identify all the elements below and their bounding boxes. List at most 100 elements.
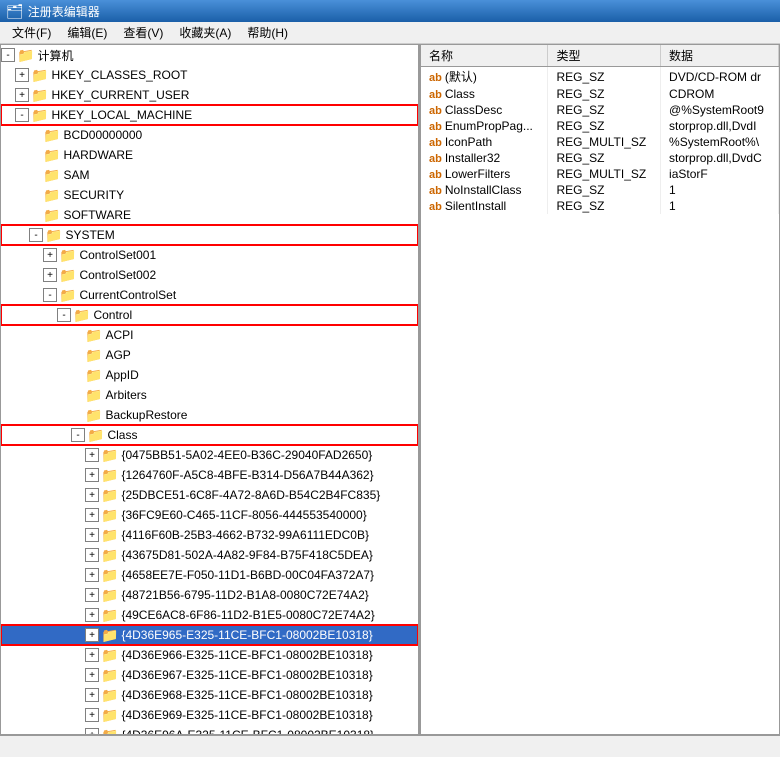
tree-item[interactable]: 📁BackupRestore bbox=[1, 405, 418, 425]
expand-button[interactable]: + bbox=[85, 568, 99, 582]
tree-label: CurrentControlSet bbox=[79, 288, 176, 302]
table-row[interactable]: abLowerFiltersREG_MULTI_SZiaStorF bbox=[421, 166, 779, 182]
tree-item[interactable]: -📁HKEY_LOCAL_MACHINE bbox=[1, 105, 418, 125]
reg-name: abEnumPropPag... bbox=[421, 118, 548, 134]
table-row[interactable]: abEnumPropPag...REG_SZstorprop.dll,DvdI bbox=[421, 118, 779, 134]
expand-button[interactable]: - bbox=[57, 308, 71, 322]
tree-item[interactable]: 📁HARDWARE bbox=[1, 145, 418, 165]
menu-item[interactable]: 编辑(E) bbox=[59, 22, 115, 43]
menu-item[interactable]: 文件(F) bbox=[4, 22, 59, 43]
expand-button[interactable]: - bbox=[43, 288, 57, 302]
tree-item[interactable]: +📁{4D36E969-E325-11CE-BFC1-08002BE10318} bbox=[1, 705, 418, 725]
tree-item[interactable]: -📁Control bbox=[1, 305, 418, 325]
expand-button[interactable]: - bbox=[1, 48, 15, 62]
tree-item[interactable]: +📁{36FC9E60-C465-11CF-8056-444553540000} bbox=[1, 505, 418, 525]
folder-icon: 📁 bbox=[101, 727, 118, 735]
table-row[interactable]: ab(默认)REG_SZDVD/CD-ROM dr bbox=[421, 67, 779, 87]
tree-item[interactable]: +📁HKEY_CLASSES_ROOT bbox=[1, 65, 418, 85]
tree-item[interactable]: 📁AGP bbox=[1, 345, 418, 365]
tree-item[interactable]: 📁BCD00000000 bbox=[1, 125, 418, 145]
tree-label: {25DBCE51-6C8F-4A72-8A6D-B54C2B4FC835} bbox=[121, 488, 380, 502]
reg-name: abClass bbox=[421, 86, 548, 102]
folder-icon: 📁 bbox=[73, 307, 90, 324]
tree-item[interactable]: +📁ControlSet002 bbox=[1, 265, 418, 285]
expand-button[interactable]: + bbox=[85, 588, 99, 602]
expand-button[interactable]: + bbox=[85, 708, 99, 722]
reg-name: ab(默认) bbox=[421, 67, 548, 87]
tree-item[interactable]: +📁{1264760F-A5C8-4BFE-B314-D56A7B44A362} bbox=[1, 465, 418, 485]
expand-button[interactable]: + bbox=[85, 508, 99, 522]
tree-item[interactable]: 📁Arbiters bbox=[1, 385, 418, 405]
table-header: 类型 bbox=[548, 45, 661, 67]
table-header: 名称 bbox=[421, 45, 548, 67]
expand-button[interactable]: + bbox=[85, 648, 99, 662]
expand-button[interactable]: + bbox=[15, 68, 29, 82]
tree-item[interactable]: 📁AppID bbox=[1, 365, 418, 385]
menu-item[interactable]: 帮助(H) bbox=[239, 22, 296, 43]
reg-name: abSilentInstall bbox=[421, 198, 548, 214]
table-row[interactable]: abInstaller32REG_SZstorprop.dll,DvdC bbox=[421, 150, 779, 166]
expand-button[interactable]: + bbox=[85, 668, 99, 682]
folder-icon: 📁 bbox=[85, 367, 102, 384]
table-row[interactable]: abNoInstallClassREG_SZ1 bbox=[421, 182, 779, 198]
reg-data: CDROM bbox=[661, 86, 779, 102]
reg-type-icon: ab bbox=[429, 105, 442, 117]
expand-button[interactable]: + bbox=[85, 728, 99, 734]
tree-item[interactable]: +📁{4D36E967-E325-11CE-BFC1-08002BE10318} bbox=[1, 665, 418, 685]
tree-item[interactable]: -📁计算机 bbox=[1, 45, 418, 65]
expand-button[interactable]: - bbox=[15, 108, 29, 122]
tree-item[interactable]: -📁SYSTEM bbox=[1, 225, 418, 245]
expand-button[interactable]: + bbox=[85, 628, 99, 642]
folder-icon: 📁 bbox=[101, 467, 118, 484]
tree-item[interactable]: 📁SAM bbox=[1, 165, 418, 185]
expand-button[interactable]: + bbox=[85, 608, 99, 622]
expand-button[interactable]: + bbox=[85, 468, 99, 482]
tree-item[interactable]: +📁{25DBCE51-6C8F-4A72-8A6D-B54C2B4FC835} bbox=[1, 485, 418, 505]
table-row[interactable]: abSilentInstallREG_SZ1 bbox=[421, 198, 779, 214]
folder-icon: 📁 bbox=[31, 87, 48, 104]
expand-button[interactable]: - bbox=[29, 228, 43, 242]
tree-item[interactable]: +📁{4D36E965-E325-11CE-BFC1-08002BE10318} bbox=[1, 625, 418, 645]
table-row[interactable]: abClassREG_SZCDROM bbox=[421, 86, 779, 102]
tree-item[interactable]: +📁{49CE6AC8-6F86-11D2-B1E5-0080C72E74A2} bbox=[1, 605, 418, 625]
reg-type: REG_SZ bbox=[548, 198, 661, 214]
tree-item[interactable]: 📁SOFTWARE bbox=[1, 205, 418, 225]
expand-button[interactable]: + bbox=[85, 488, 99, 502]
expand-button[interactable]: + bbox=[85, 528, 99, 542]
reg-data: 1 bbox=[661, 198, 779, 214]
menu-item[interactable]: 收藏夹(A) bbox=[171, 22, 239, 43]
tree-item[interactable]: -📁Class bbox=[1, 425, 418, 445]
table-row[interactable]: abClassDescREG_SZ@%SystemRoot9 bbox=[421, 102, 779, 118]
expand-button[interactable]: + bbox=[85, 688, 99, 702]
tree-item[interactable]: +📁{4116F60B-25B3-4662-B732-99A6111EDC0B} bbox=[1, 525, 418, 545]
tree-label: {36FC9E60-C465-11CF-8056-444553540000} bbox=[121, 508, 366, 522]
table-row[interactable]: abIconPathREG_MULTI_SZ%SystemRoot%\ bbox=[421, 134, 779, 150]
tree-item[interactable]: +📁HKEY_CURRENT_USER bbox=[1, 85, 418, 105]
tree-label: {0475BB51-5A02-4EE0-B36C-29040FAD2650} bbox=[121, 448, 372, 462]
expand-button[interactable]: + bbox=[85, 448, 99, 462]
tree-item[interactable]: -📁CurrentControlSet bbox=[1, 285, 418, 305]
expand-button[interactable]: + bbox=[15, 88, 29, 102]
tree-item[interactable]: +📁{43675D81-502A-4A82-9F84-B75F418C5DEA} bbox=[1, 545, 418, 565]
expand-button[interactable]: + bbox=[43, 248, 57, 262]
menu-item[interactable]: 查看(V) bbox=[115, 22, 171, 43]
menu-bar: 文件(F)编辑(E)查看(V)收藏夹(A)帮助(H) bbox=[0, 22, 780, 44]
tree-item[interactable]: +📁ControlSet001 bbox=[1, 245, 418, 265]
tree-label: AppID bbox=[105, 368, 138, 382]
expand-button[interactable]: + bbox=[85, 548, 99, 562]
tree-item[interactable]: +📁{4D36E968-E325-11CE-BFC1-08002BE10318} bbox=[1, 685, 418, 705]
tree-item[interactable]: +📁{4D36E96A-E325-11CE-BFC1-08002BE10318} bbox=[1, 725, 418, 734]
folder-icon: 📁 bbox=[85, 387, 102, 404]
expand-button[interactable]: - bbox=[71, 428, 85, 442]
tree-item[interactable]: +📁{48721B56-6795-11D2-B1A8-0080C72E74A2} bbox=[1, 585, 418, 605]
reg-type: REG_SZ bbox=[548, 182, 661, 198]
tree-item[interactable]: +📁{0475BB51-5A02-4EE0-B36C-29040FAD2650} bbox=[1, 445, 418, 465]
tree-label: SYSTEM bbox=[65, 228, 114, 242]
tree-item[interactable]: +📁{4658EE7E-F050-11D1-B6BD-00C04FA372A7} bbox=[1, 565, 418, 585]
expand-button[interactable]: + bbox=[43, 268, 57, 282]
reg-type-icon: ab bbox=[429, 121, 442, 133]
tree-label: BackupRestore bbox=[105, 408, 187, 422]
tree-item[interactable]: 📁SECURITY bbox=[1, 185, 418, 205]
tree-item[interactable]: +📁{4D36E966-E325-11CE-BFC1-08002BE10318} bbox=[1, 645, 418, 665]
tree-item[interactable]: 📁ACPI bbox=[1, 325, 418, 345]
